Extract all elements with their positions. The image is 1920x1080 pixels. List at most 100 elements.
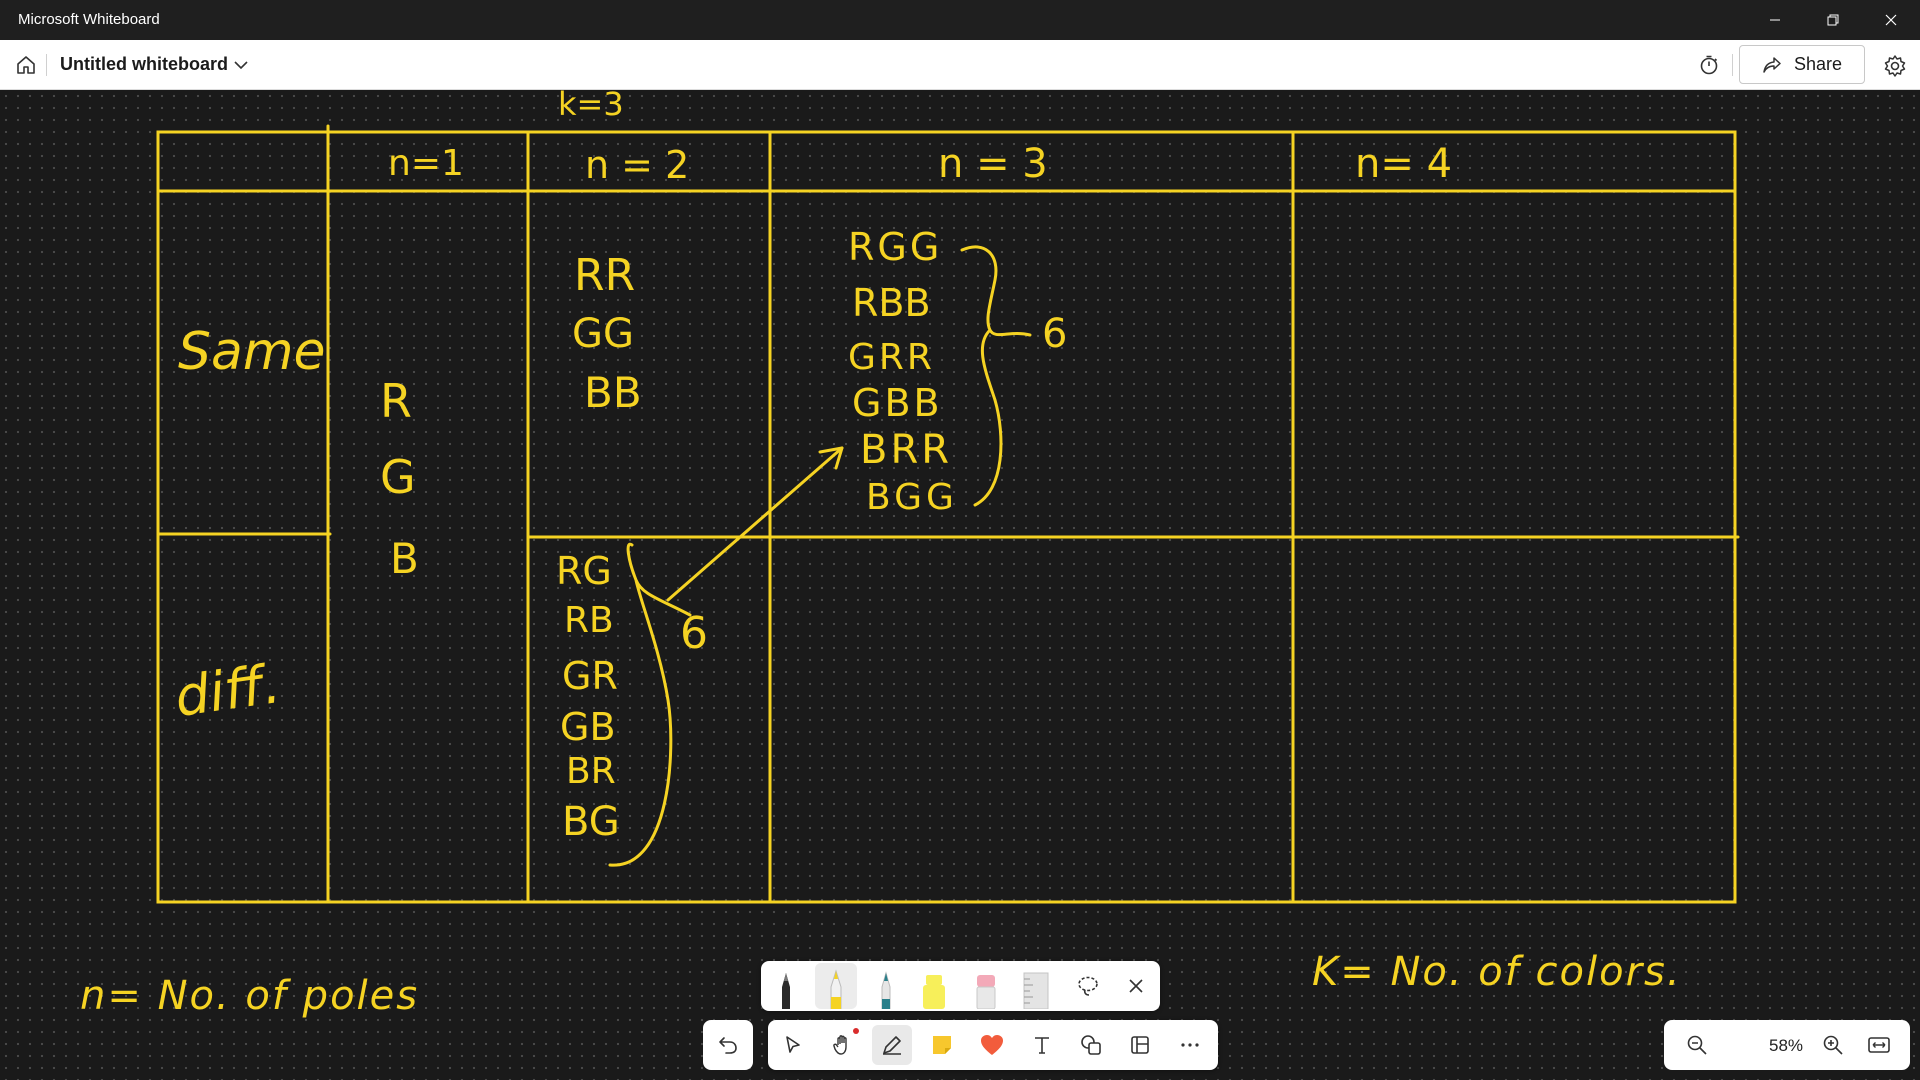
ink-n3-same: GBB bbox=[852, 381, 943, 425]
ink-column-header: n= 4 bbox=[1355, 141, 1453, 187]
gear-icon bbox=[1884, 55, 1906, 77]
ink-row-label: Same bbox=[178, 322, 326, 382]
ink-footnote-n: n= No. of poles bbox=[80, 973, 420, 1019]
ink-n3-same: RBB bbox=[852, 281, 931, 325]
share-icon bbox=[1763, 56, 1781, 73]
zoom-in-button[interactable] bbox=[1818, 1030, 1848, 1060]
sticky-note-button[interactable] bbox=[922, 1025, 962, 1065]
sticky-note-icon bbox=[933, 1036, 951, 1054]
ink-column-header: n=1 bbox=[388, 143, 464, 184]
ink-n3-same: BGG bbox=[866, 477, 958, 518]
main-toolbar bbox=[768, 1020, 1218, 1070]
hand-tool-button[interactable] bbox=[823, 1025, 863, 1065]
share-button[interactable]: Share bbox=[1739, 45, 1865, 84]
title-bar: Microsoft Whiteboard bbox=[0, 0, 1920, 40]
black-pen-button[interactable] bbox=[765, 963, 807, 1009]
shapes-button[interactable] bbox=[1071, 1025, 1111, 1065]
hand-icon bbox=[833, 1035, 847, 1055]
timer-button[interactable] bbox=[1695, 51, 1723, 79]
ink-table-grid bbox=[156, 124, 1740, 904]
home-button[interactable] bbox=[10, 49, 42, 81]
ink-n2-diff: RB bbox=[564, 600, 614, 641]
app-title: Microsoft Whiteboard bbox=[18, 11, 160, 28]
inking-tool-button[interactable] bbox=[872, 1025, 912, 1065]
ink-n2-diff: BR bbox=[566, 751, 616, 792]
ink-n3-same: BRR bbox=[860, 427, 953, 473]
black-pen-icon bbox=[782, 973, 790, 1009]
close-tray-button[interactable] bbox=[1115, 963, 1157, 1009]
notification-dot bbox=[853, 1028, 859, 1034]
ink-color-g: G bbox=[380, 450, 416, 504]
fit-screen-icon bbox=[1868, 1037, 1890, 1053]
ruler-button[interactable] bbox=[1015, 963, 1057, 1009]
lasso-icon bbox=[1078, 976, 1098, 996]
share-label: Share bbox=[1793, 54, 1843, 74]
zoom-level: 58% bbox=[1768, 1036, 1804, 1055]
close-button[interactable] bbox=[1862, 0, 1920, 40]
ink-n2-diff: BG bbox=[562, 799, 620, 845]
home-icon bbox=[17, 56, 35, 74]
highlighter-button[interactable] bbox=[913, 963, 955, 1009]
eraser-button[interactable] bbox=[965, 963, 1007, 1009]
restore-button[interactable] bbox=[1804, 0, 1862, 40]
settings-button[interactable] bbox=[1880, 51, 1910, 81]
close-icon bbox=[1129, 979, 1143, 993]
ink-count: 6 bbox=[1042, 311, 1068, 357]
close-icon bbox=[1885, 14, 1897, 26]
template-icon bbox=[1131, 1036, 1149, 1054]
header-divider bbox=[1732, 54, 1733, 76]
highlighter-icon bbox=[923, 975, 945, 1009]
more-button[interactable] bbox=[1170, 1025, 1210, 1065]
zoom-in-icon bbox=[1823, 1035, 1843, 1055]
ink-n2-diff: RG bbox=[556, 549, 612, 593]
ink-row-label: diff. bbox=[171, 651, 285, 730]
header-divider bbox=[46, 54, 47, 76]
ink-color-r: R bbox=[380, 374, 412, 428]
ink-column-header: n = 2 bbox=[585, 143, 690, 187]
eraser-icon bbox=[976, 975, 996, 1009]
ink-arrow bbox=[666, 446, 844, 602]
lasso-button[interactable] bbox=[1067, 963, 1109, 1009]
text-icon bbox=[1035, 1037, 1049, 1054]
timer-icon bbox=[1700, 55, 1718, 75]
pointer-icon bbox=[786, 1036, 800, 1053]
more-icon bbox=[1181, 1043, 1199, 1047]
teal-pen-button[interactable] bbox=[865, 963, 907, 1009]
ink-n2-same: RR bbox=[574, 250, 636, 301]
ink-n3-same: RGG bbox=[848, 225, 943, 269]
ink-k-note: k=3 bbox=[558, 85, 624, 123]
yellow-pen-button[interactable] bbox=[815, 963, 857, 1009]
board-title[interactable]: Untitled whiteboard bbox=[60, 54, 228, 75]
ink-n2-diff: GB bbox=[560, 705, 616, 749]
teal-pen-icon bbox=[881, 971, 891, 1009]
heart-icon bbox=[981, 1035, 1003, 1055]
shapes-icon bbox=[1081, 1035, 1101, 1055]
ink-n2-diff: GR bbox=[562, 654, 618, 698]
ink-footnote-k: K= No. of colors. bbox=[1312, 949, 1682, 995]
zoom-out-icon bbox=[1687, 1035, 1707, 1055]
ink-column-header: n = 3 bbox=[938, 141, 1048, 187]
ink-count: 6 bbox=[680, 608, 708, 659]
whiteboard-canvas[interactable]: k=3 n=1 n = 2 n = 3 n= 4 Same diff. R G … bbox=[0, 85, 1920, 1080]
ink-n3-same: GRR bbox=[848, 337, 935, 378]
undo-button[interactable] bbox=[703, 1020, 753, 1070]
pen-icon bbox=[883, 1036, 901, 1055]
app-header: Untitled whiteboard Share bbox=[0, 40, 1920, 90]
select-tool-button[interactable] bbox=[773, 1025, 813, 1065]
zoom-controls: 58% bbox=[1664, 1020, 1910, 1070]
minimize-button[interactable] bbox=[1746, 0, 1804, 40]
fit-to-screen-button[interactable] bbox=[1864, 1030, 1894, 1060]
chevron-down-icon[interactable] bbox=[232, 56, 250, 74]
restore-icon bbox=[1827, 14, 1839, 26]
ruler-icon bbox=[1023, 972, 1049, 1009]
ink-n2-same: BB bbox=[584, 368, 642, 417]
templates-button[interactable] bbox=[1120, 1025, 1160, 1065]
ink-n2-same: GG bbox=[572, 311, 634, 357]
ink-brace bbox=[960, 245, 1032, 507]
zoom-out-button[interactable] bbox=[1682, 1030, 1712, 1060]
text-tool-button[interactable] bbox=[1022, 1025, 1062, 1065]
yellow-pen-icon bbox=[830, 969, 842, 1009]
reactions-button[interactable] bbox=[972, 1025, 1012, 1065]
pen-tray bbox=[761, 961, 1160, 1011]
minimize-icon bbox=[1770, 19, 1780, 21]
